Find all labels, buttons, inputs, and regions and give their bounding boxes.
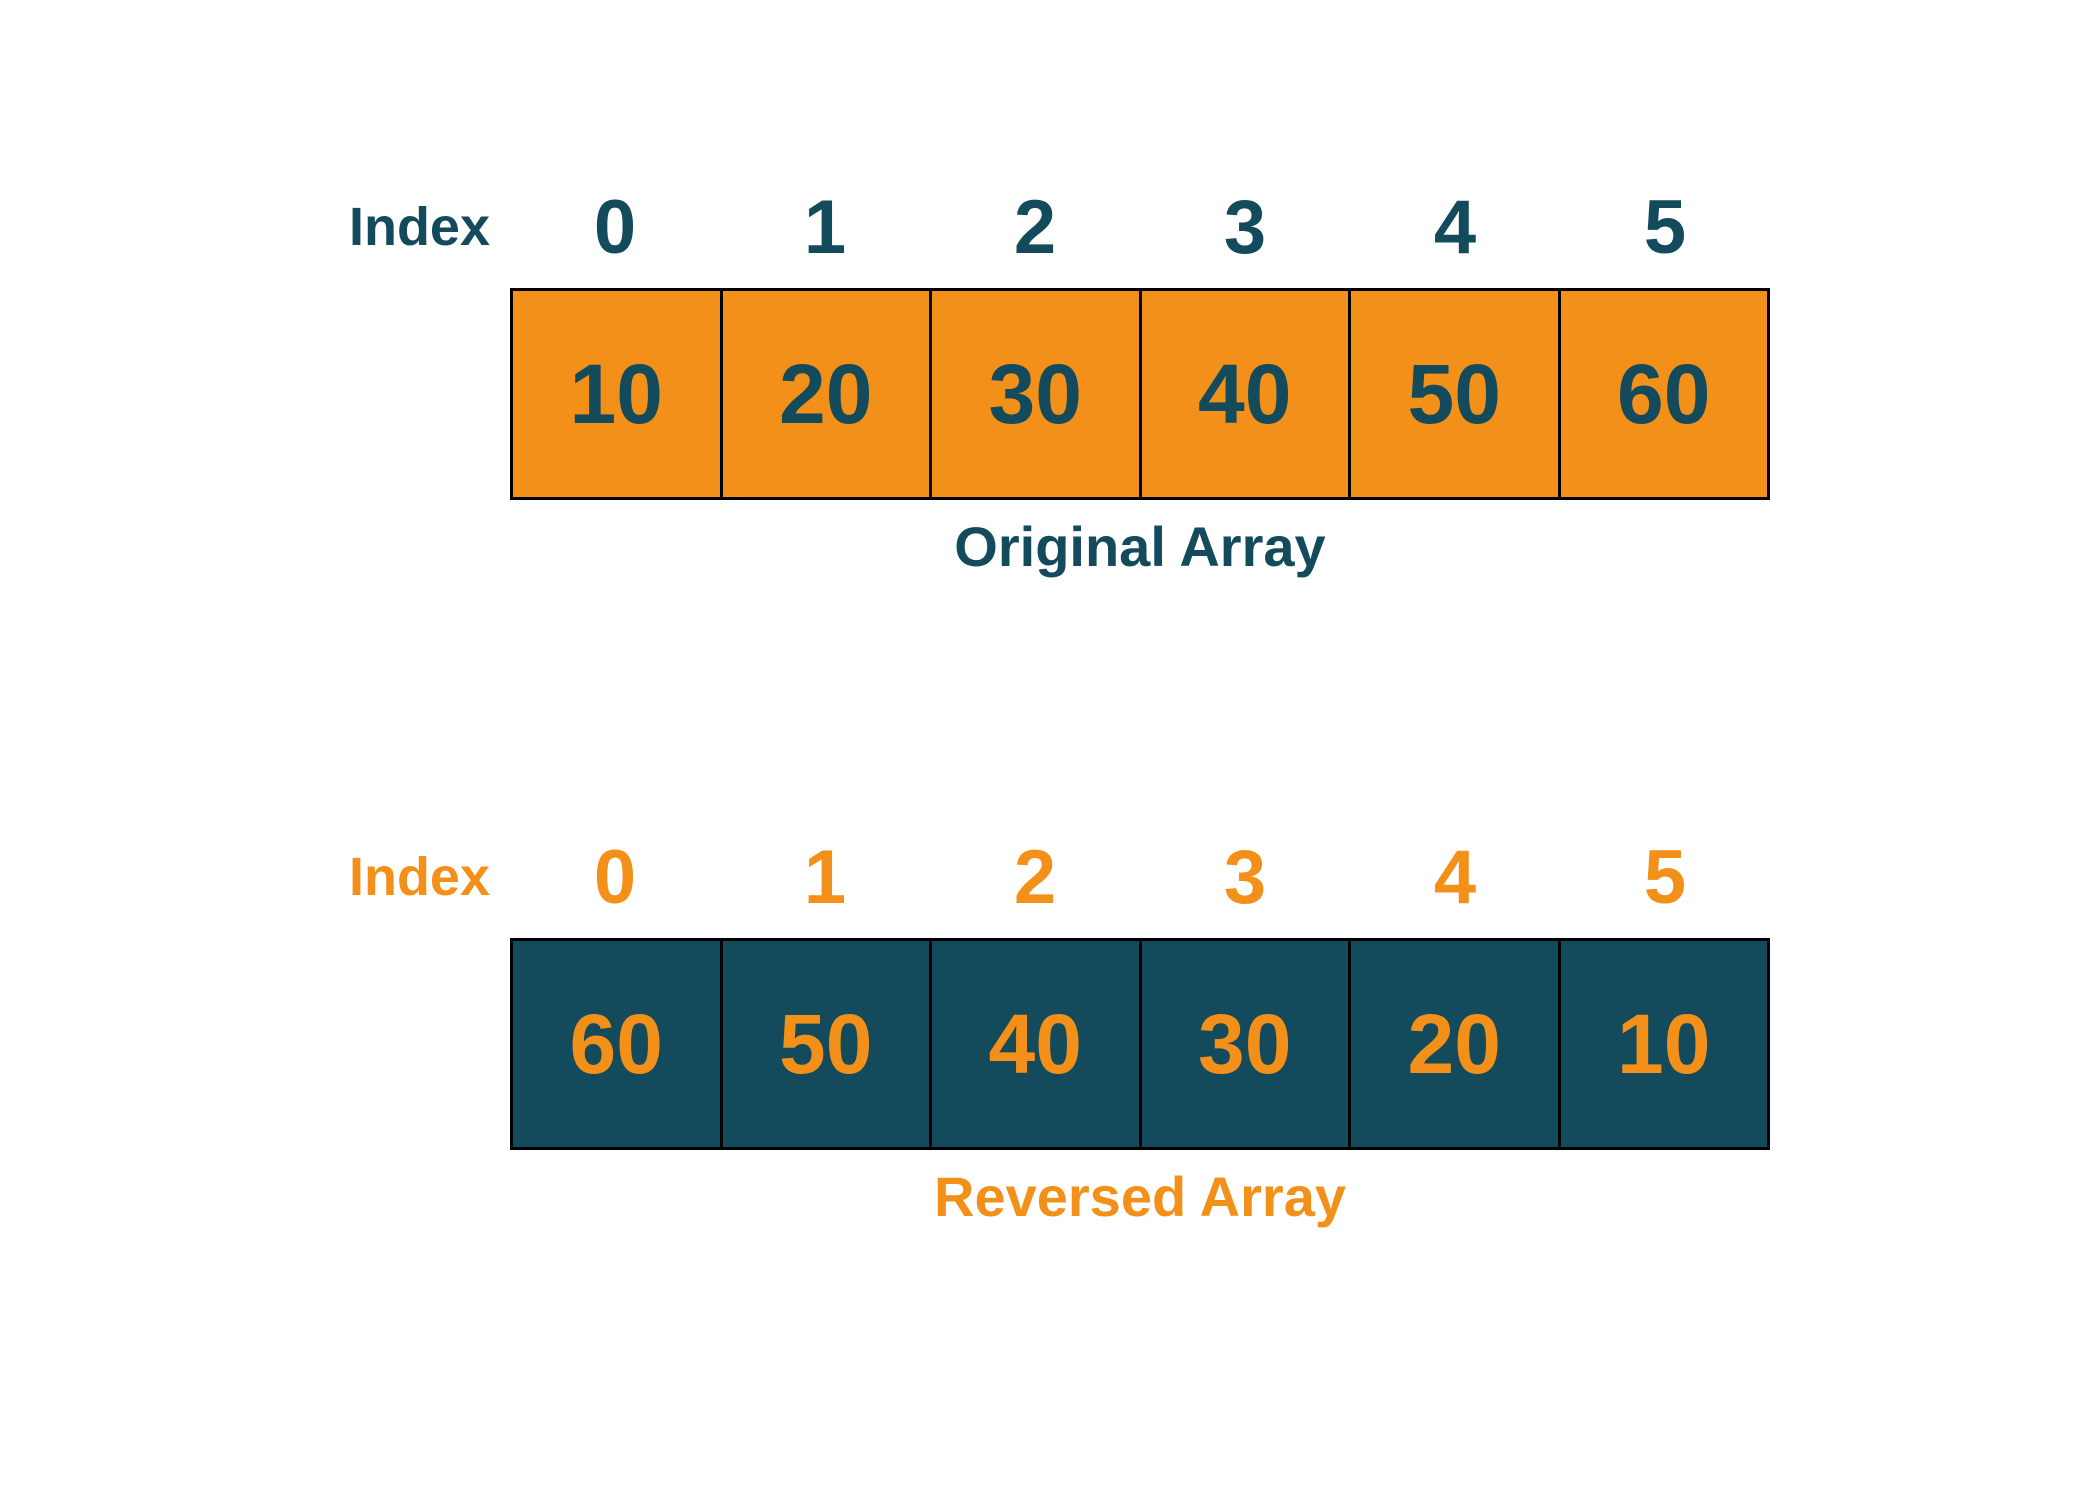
index-cell: 0 bbox=[510, 840, 720, 916]
index-cell: 2 bbox=[930, 190, 1140, 266]
index-row-reversed: 0 1 2 3 4 5 bbox=[510, 840, 1770, 916]
index-cell: 5 bbox=[1560, 840, 1770, 916]
value-cell: 60 bbox=[513, 941, 723, 1147]
value-cell: 40 bbox=[1142, 291, 1352, 497]
value-cell: 60 bbox=[1561, 291, 1768, 497]
index-label-original: Index bbox=[330, 196, 490, 258]
array-diagram: Index 0 1 2 3 4 5 10 20 30 40 50 60 Orig… bbox=[0, 0, 2100, 1500]
index-cell: 3 bbox=[1140, 190, 1350, 266]
array-row-original: 10 20 30 40 50 60 bbox=[510, 288, 1770, 500]
caption-reversed: Reversed Array bbox=[510, 1164, 1770, 1229]
value-cell: 20 bbox=[1351, 941, 1561, 1147]
value-cell: 40 bbox=[932, 941, 1142, 1147]
index-cell: 4 bbox=[1350, 190, 1560, 266]
value-cell: 10 bbox=[1561, 941, 1768, 1147]
value-cell: 10 bbox=[513, 291, 723, 497]
index-cell: 1 bbox=[720, 190, 930, 266]
index-cell: 0 bbox=[510, 190, 720, 266]
index-cell: 4 bbox=[1350, 840, 1560, 916]
array-row-reversed: 60 50 40 30 20 10 bbox=[510, 938, 1770, 1150]
index-cell: 5 bbox=[1560, 190, 1770, 266]
index-cell: 3 bbox=[1140, 840, 1350, 916]
index-label-reversed: Index bbox=[330, 846, 490, 908]
index-cell: 1 bbox=[720, 840, 930, 916]
value-cell: 50 bbox=[723, 941, 933, 1147]
index-cell: 2 bbox=[930, 840, 1140, 916]
caption-original: Original Array bbox=[510, 514, 1770, 579]
value-cell: 20 bbox=[723, 291, 933, 497]
index-row-original: 0 1 2 3 4 5 bbox=[510, 190, 1770, 266]
value-cell: 50 bbox=[1351, 291, 1561, 497]
value-cell: 30 bbox=[932, 291, 1142, 497]
value-cell: 30 bbox=[1142, 941, 1352, 1147]
